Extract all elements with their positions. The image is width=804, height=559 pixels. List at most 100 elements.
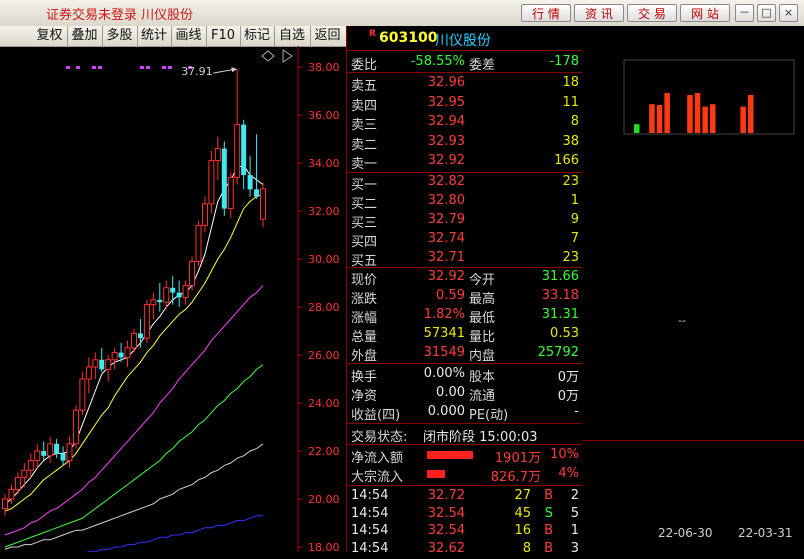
candle — [21, 463, 28, 487]
fund-value: 0万 — [557, 370, 579, 385]
candle-body — [66, 443, 73, 462]
finance-bar — [687, 95, 693, 133]
play-icon[interactable] — [282, 49, 293, 63]
y-tick-label: 18.00 — [308, 541, 340, 552]
stat-value: 31.31 — [541, 307, 579, 322]
window-title: 证券交易未登录 川仪股份 — [46, 8, 194, 23]
news-button[interactable]: 资 讯 — [574, 4, 624, 22]
website-button[interactable]: 网 站 — [680, 4, 730, 22]
candle-body — [195, 224, 202, 262]
fund-value: 0.00% — [423, 366, 465, 381]
bid-price: 32.71 — [427, 250, 465, 265]
tool-back[interactable]: 返回 — [310, 26, 345, 46]
candle-body — [118, 352, 124, 358]
ask-price: 32.95 — [427, 94, 465, 110]
bid-label: 买三 — [351, 216, 378, 231]
stock-header: R 603100 川仪股份 — [347, 26, 583, 51]
ask-label: 卖二 — [351, 137, 378, 153]
candle-body — [27, 460, 34, 471]
ask-row: 卖一 32.92 166 — [347, 152, 583, 172]
tool-multi-stock[interactable]: 多股 — [102, 26, 138, 46]
stat-row: 涨幅 1.82% 最低 31.31 — [347, 306, 583, 326]
stat-label: 最低 — [469, 311, 496, 326]
tool-statistics[interactable]: 统计 — [137, 26, 172, 46]
ask-volume: 18 — [562, 75, 579, 90]
trade-button[interactable]: 交 易 — [627, 4, 677, 22]
ask-volume: 11 — [562, 94, 579, 110]
tool-f10[interactable]: F10 — [206, 26, 241, 46]
ask-label: 卖三 — [351, 118, 378, 133]
candle — [201, 196, 208, 233]
bid-price: 32.74 — [427, 231, 465, 246]
stat-value: 0.59 — [436, 288, 465, 303]
candle — [131, 328, 137, 353]
tool-draw-line[interactable]: 画线 — [171, 26, 207, 46]
minimize-icon[interactable]: － — [735, 4, 754, 22]
tool-mark[interactable]: 标记 — [240, 26, 275, 46]
candle-body — [189, 260, 196, 286]
diamond-icon[interactable] — [261, 50, 275, 62]
tool-overlay[interactable]: 叠加 — [67, 26, 103, 46]
candle-body — [131, 332, 137, 349]
flow-label: 净流入额 — [351, 451, 404, 466]
candle-body — [143, 304, 150, 339]
maximize-icon[interactable]: □ — [757, 4, 776, 22]
candle — [60, 446, 66, 466]
candle — [221, 141, 227, 216]
candle — [99, 347, 105, 372]
rzrq-badge: R — [369, 29, 376, 39]
tick-time: 14:54 — [351, 488, 389, 503]
candle-body — [111, 352, 118, 361]
tool-watchlist[interactable]: 自选 — [274, 26, 311, 46]
fund-label: PE(动) — [469, 408, 509, 423]
tool-restore-rights[interactable]: 复权 — [32, 26, 68, 46]
stat-label: 涨跌 — [351, 292, 378, 307]
signal-dot — [92, 66, 96, 69]
stat-value: 25792 — [537, 345, 579, 360]
candle-body — [163, 287, 170, 303]
ask-volume: 8 — [570, 114, 579, 129]
ask-row: 卖三 32.94 8 — [347, 113, 583, 133]
stat-label: 外盘 — [351, 349, 378, 364]
close-icon[interactable]: × — [779, 4, 798, 22]
chart-toolbar: 复权 叠加 多股 统计 画线 F10 标记 自选 返回 — [0, 26, 346, 47]
tick-time: 14:54 — [351, 505, 389, 521]
tick-count: 1 — [570, 523, 579, 538]
tick-volume: 16 — [514, 523, 531, 538]
ma20-line — [4, 285, 264, 536]
y-tick-label: 24.00 — [308, 397, 340, 410]
ask-row: 卖二 32.93 38 — [347, 133, 583, 153]
bid-price: 32.82 — [427, 174, 465, 189]
kline-chart[interactable]: 38.00 36.00 34.00 32.00 30.00 28.00 26.00 24.00… — [0, 46, 346, 559]
stat-label: 涨幅 — [351, 311, 378, 326]
max-price-label: 37.91 — [181, 65, 213, 78]
candle-body — [247, 175, 253, 190]
candle — [214, 136, 221, 180]
y-tick-label: 34.00 — [308, 157, 340, 170]
candle — [241, 119, 247, 190]
market-button[interactable]: 行 情 — [521, 4, 571, 22]
y-tick-label: 38.00 — [308, 61, 340, 74]
candle — [182, 280, 189, 305]
candle — [111, 347, 118, 370]
candle — [72, 405, 79, 449]
kline-chart-area[interactable]: 38.00 36.00 34.00 32.00 30.00 28.00 26.00 24.00… — [0, 46, 346, 559]
ask-label: 卖五 — [351, 79, 378, 94]
flow-value: 826.7万 — [490, 470, 541, 485]
fund-label: 股本 — [469, 370, 496, 385]
y-tick-label: 32.00 — [308, 205, 340, 218]
candle-body — [176, 292, 182, 298]
y-tick-label: 22.00 — [308, 445, 340, 458]
webi-value: -58.55% — [410, 54, 465, 69]
bid-volume: 23 — [562, 250, 579, 265]
fund-label: 净资 — [351, 389, 378, 404]
ask-row: 卖五 32.96 18 — [347, 74, 583, 94]
candle-body — [79, 378, 86, 411]
fund-label: 收益(四) — [351, 408, 401, 423]
candle-body — [54, 443, 60, 454]
fund-row: 收益(四) 0.000 PE(动) - — [347, 403, 583, 423]
stat-value: 31549 — [423, 345, 465, 360]
signal-dot — [66, 66, 70, 69]
y-tick-label: 28.00 — [308, 301, 340, 314]
candle-body — [208, 160, 215, 205]
